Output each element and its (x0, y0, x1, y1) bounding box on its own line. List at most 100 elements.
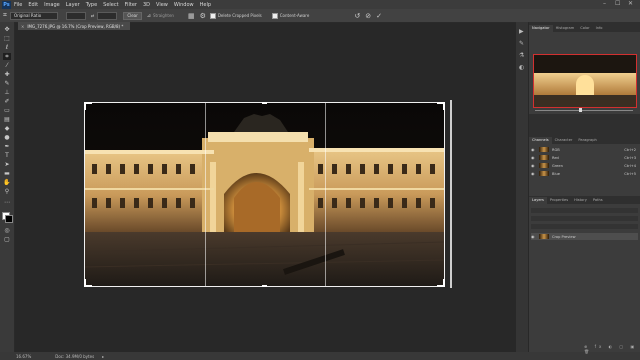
menu-select[interactable]: Select (103, 2, 118, 8)
commit-check-icon[interactable]: ✓ (376, 12, 382, 20)
dodge-icon[interactable]: ● (3, 134, 11, 141)
zoom-slider-thumb[interactable] (579, 108, 582, 112)
clear-button[interactable]: Clear (123, 11, 142, 20)
crop-handle-bottom-left[interactable] (84, 279, 92, 287)
stamp-icon[interactable]: ⊥ (3, 89, 11, 96)
pen-icon[interactable]: ✒ (3, 143, 11, 150)
lock-bar[interactable] (531, 224, 638, 229)
tab-navigator[interactable]: Navigator (529, 25, 553, 32)
crop-handle-top[interactable] (262, 102, 267, 104)
crop-handle-top-right[interactable] (437, 102, 445, 110)
crop-box[interactable] (84, 102, 445, 287)
maximize-button[interactable]: ☐ (615, 0, 620, 7)
channel-row-red[interactable]: ◉ Red Ctrl+3 (531, 154, 636, 161)
background-color-swatch[interactable] (5, 215, 13, 223)
lasso-icon[interactable]: ℓ (3, 44, 11, 51)
menu-edit[interactable]: Edit (28, 2, 38, 8)
document-tab-title: IMG_7276.JPG @ 16.7% (Crop Preview, RGB/… (27, 23, 124, 29)
menu-help[interactable]: Help (200, 2, 211, 8)
move-icon[interactable]: ✥ (3, 26, 11, 33)
more-tools-icon[interactable]: ⋯ (3, 199, 11, 206)
layer-filter-bar[interactable] (531, 208, 638, 213)
visibility-eye-icon[interactable]: ◉ (531, 155, 536, 160)
crop-handle-top-left[interactable] (84, 102, 92, 110)
reset-icon[interactable]: ↺ (354, 12, 360, 20)
crop-handle-bottom-right[interactable] (437, 279, 445, 287)
info-arrow-icon[interactable]: ▸ (102, 354, 104, 359)
adjustments-icon[interactable]: ◐ (519, 64, 524, 71)
brush-icon[interactable]: ✎ (3, 80, 11, 87)
marquee-icon[interactable]: ⬚ (3, 35, 11, 42)
screen-mode-icon[interactable]: ▢ (3, 236, 11, 243)
cancel-icon[interactable]: ⊘ (365, 12, 371, 20)
swap-icon[interactable]: ⇄ (91, 13, 94, 18)
tab-character[interactable]: Character (552, 137, 576, 144)
layer-row-crop-preview[interactable]: ◉ Crop Preview (531, 233, 638, 240)
crop-tool-preset-icon[interactable]: ⌗ (3, 11, 7, 20)
eyedropper-icon[interactable]: ⁄ (3, 62, 11, 69)
channel-row-green[interactable]: ◉ Green Ctrl+4 (531, 162, 636, 169)
settings-gear-icon[interactable]: ⚙ (200, 12, 206, 20)
visibility-eye-icon[interactable]: ◉ (531, 171, 536, 176)
eraser-icon[interactable]: ▭ (3, 107, 11, 114)
tab-info[interactable]: Info (593, 25, 606, 32)
visibility-eye-icon[interactable]: ◉ (531, 234, 536, 239)
shape-icon[interactable]: ▬ (3, 170, 11, 177)
document-tab[interactable]: × IMG_7276.JPG @ 16.7% (Crop Preview, RG… (18, 22, 130, 30)
visibility-eye-icon[interactable]: ◉ (531, 147, 536, 152)
crop-icon[interactable]: ⌗ (3, 53, 11, 60)
tab-color[interactable]: Color (577, 25, 592, 32)
menu-3d[interactable]: 3D (143, 2, 150, 8)
clone-source-icon[interactable]: ⚗ (519, 52, 524, 59)
channel-row-blue[interactable]: ◉ Blue Ctrl+5 (531, 170, 636, 177)
channel-name: Blue (552, 171, 560, 176)
zoom-level[interactable]: 16.67% (16, 354, 31, 359)
tab-history[interactable]: History (571, 197, 590, 204)
menu-type[interactable]: Type (86, 2, 97, 8)
menu-filter[interactable]: Filter (125, 2, 137, 8)
quick-mask-icon[interactable]: ◎ (3, 227, 11, 234)
tab-properties[interactable]: Properties (547, 197, 571, 204)
straighten-icon[interactable]: ⊿ (147, 13, 151, 19)
brush-preset-icon[interactable]: ✎ (519, 40, 524, 47)
close-tab-icon[interactable]: × (21, 24, 24, 29)
play-icon[interactable]: ▶ (519, 28, 524, 35)
delete-cropped-checkbox[interactable] (209, 12, 216, 19)
menu-view[interactable]: View (156, 2, 168, 8)
navigator-thumbnail[interactable] (533, 54, 637, 108)
channel-thumbnail (539, 155, 549, 160)
zoom-slider[interactable] (535, 110, 633, 111)
hand-icon[interactable]: ✋ (3, 179, 11, 186)
menu-bar: Ps File Edit Image Layer Type Select Fil… (0, 0, 640, 9)
gradient-icon[interactable]: ▤ (3, 116, 11, 123)
layer-actions-icons[interactable]: ⊕ fx ◐ ▢ ▣ 🗑 (584, 344, 640, 354)
blend-mode-bar[interactable] (531, 216, 638, 221)
zoom-icon[interactable]: ⚲ (3, 188, 11, 195)
height-field[interactable] (97, 11, 118, 20)
layer-name[interactable]: Crop Preview (552, 235, 638, 239)
content-aware-checkbox[interactable] (271, 12, 278, 19)
straighten-label[interactable]: Straighten (153, 13, 174, 18)
visibility-eye-icon[interactable]: ◉ (531, 163, 536, 168)
channel-row-rgb[interactable]: ◉ RGB Ctrl+2 (531, 146, 636, 153)
tab-paths[interactable]: Paths (590, 197, 606, 204)
crop-handle-bottom[interactable] (262, 285, 267, 287)
tab-channels[interactable]: Channels (529, 137, 552, 144)
history-brush-icon[interactable]: ✐ (3, 98, 11, 105)
healing-icon[interactable]: ✚ (3, 71, 11, 78)
type-icon[interactable]: T (3, 152, 11, 159)
blur-icon[interactable]: ◆ (3, 125, 11, 132)
menu-file[interactable]: File (14, 2, 22, 8)
menu-window[interactable]: Window (174, 2, 194, 8)
tab-layers[interactable]: Layers (529, 197, 547, 204)
menu-layer[interactable]: Layer (66, 2, 80, 8)
ratio-select[interactable]: Original Ratio (9, 11, 58, 20)
path-select-icon[interactable]: ➤ (3, 161, 11, 168)
width-field[interactable] (65, 11, 86, 20)
overlay-grid-icon[interactable]: ▦ (188, 12, 195, 20)
tab-histogram[interactable]: Histogram (553, 25, 578, 32)
menu-image[interactable]: Image (44, 2, 60, 8)
minimize-button[interactable]: – (603, 0, 606, 7)
tab-paragraph[interactable]: Paragraph (575, 137, 599, 144)
close-window-button[interactable]: ✕ (628, 0, 633, 7)
